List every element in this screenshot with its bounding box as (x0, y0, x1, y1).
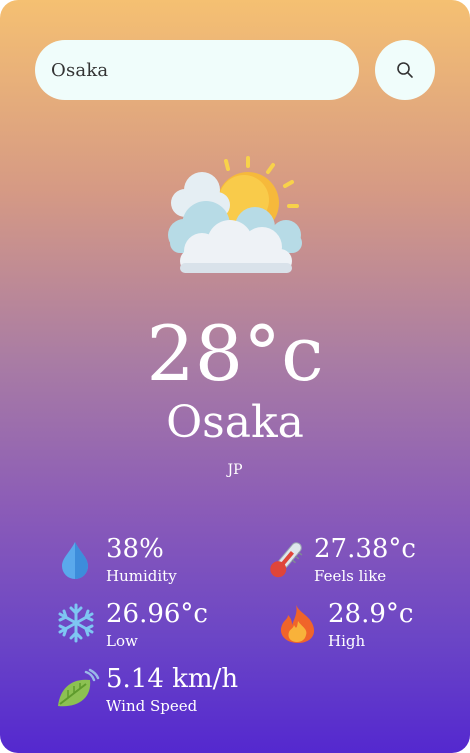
weather-card: Osaka 28°c Osaka JP 38% Humidity 27.38°c… (0, 0, 470, 753)
country-code: JP (227, 462, 243, 478)
search-input[interactable]: Osaka (35, 40, 359, 100)
wind-label: Wind Speed (106, 697, 198, 715)
fire-icon (280, 605, 315, 643)
humidity-value: 38% (106, 534, 164, 564)
city-name: Osaka (166, 397, 304, 448)
snowflake-icon (58, 603, 94, 643)
water-drop-icon (62, 542, 88, 579)
thermometer-icon (270, 542, 303, 578)
high-label: High (328, 632, 366, 650)
wind-leaf-icon (58, 668, 100, 707)
low-label: Low (106, 632, 138, 650)
wind-value: 5.14 km/h (106, 664, 239, 694)
partly-cloudy-icon (168, 156, 302, 273)
search-button[interactable] (375, 40, 435, 100)
current-temperature: 28°c (146, 309, 324, 398)
search-icon (397, 62, 413, 78)
search-input-value[interactable]: Osaka (51, 60, 108, 81)
feels-like-value: 27.38°c (314, 534, 416, 564)
feels-like-label: Feels like (314, 567, 387, 585)
low-value: 26.96°c (106, 599, 208, 629)
high-value: 28.9°c (328, 599, 414, 629)
humidity-label: Humidity (106, 567, 177, 585)
